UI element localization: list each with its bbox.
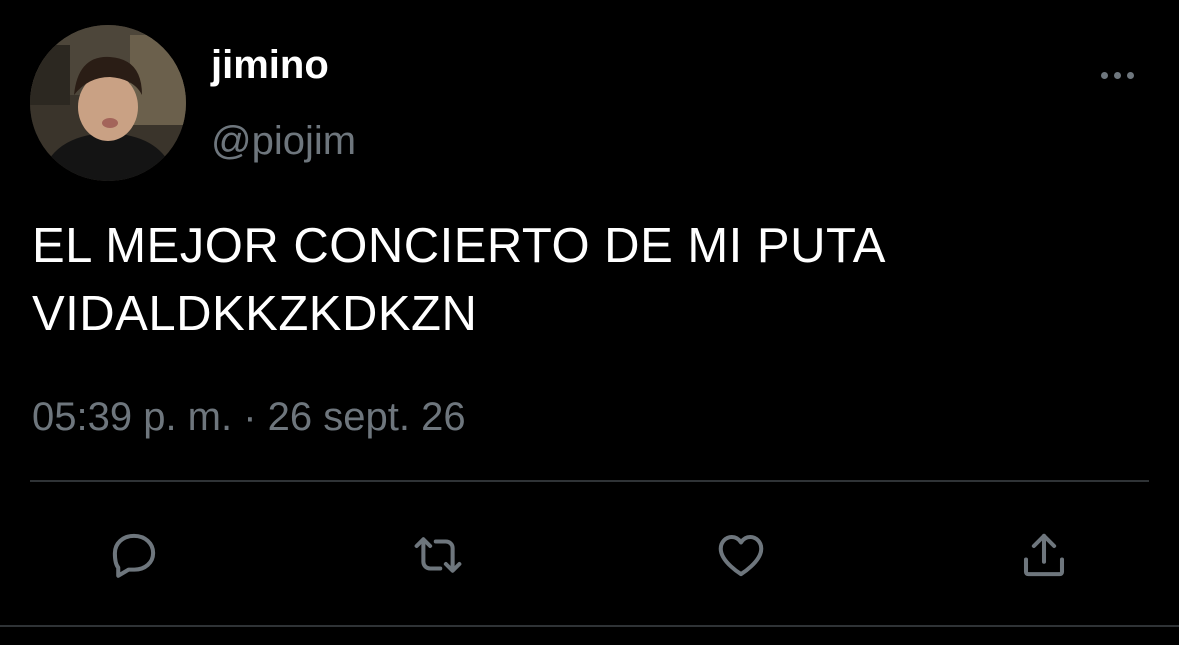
tweet-card: jimino @piojim EL MEJOR CONCIERTO DE MI … [0,0,1179,645]
divider [30,480,1149,482]
like-button[interactable] [713,527,769,583]
more-horizontal-icon [1100,71,1108,79]
user-handle[interactable]: @piojim [211,118,356,164]
tweet-text: EL MEJOR CONCIERTO DE MI PUTA VIDALDKKZK… [32,212,1142,348]
tweet-text-line: VIDALDKKZKDKZN [32,287,478,341]
share-button[interactable] [1016,527,1072,583]
more-horizontal-icon [1126,71,1134,79]
avatar[interactable] [30,25,186,181]
tweet-text-line: EL MEJOR CONCIERTO DE MI PUTA [32,219,886,273]
more-horizontal-icon [1113,71,1121,79]
more-options-button[interactable] [1092,58,1142,92]
retweet-icon [414,537,462,573]
retweet-button[interactable] [410,527,466,583]
heart-icon [718,534,764,577]
share-icon [1023,533,1065,577]
display-name[interactable]: jimino [211,42,329,88]
tweet-timestamp[interactable]: 05:39 p. m. · 26 sept. 26 [32,393,466,441]
reply-button[interactable] [106,527,162,583]
avatar-photo [30,25,186,181]
comment-icon [112,533,156,578]
divider [0,625,1179,627]
